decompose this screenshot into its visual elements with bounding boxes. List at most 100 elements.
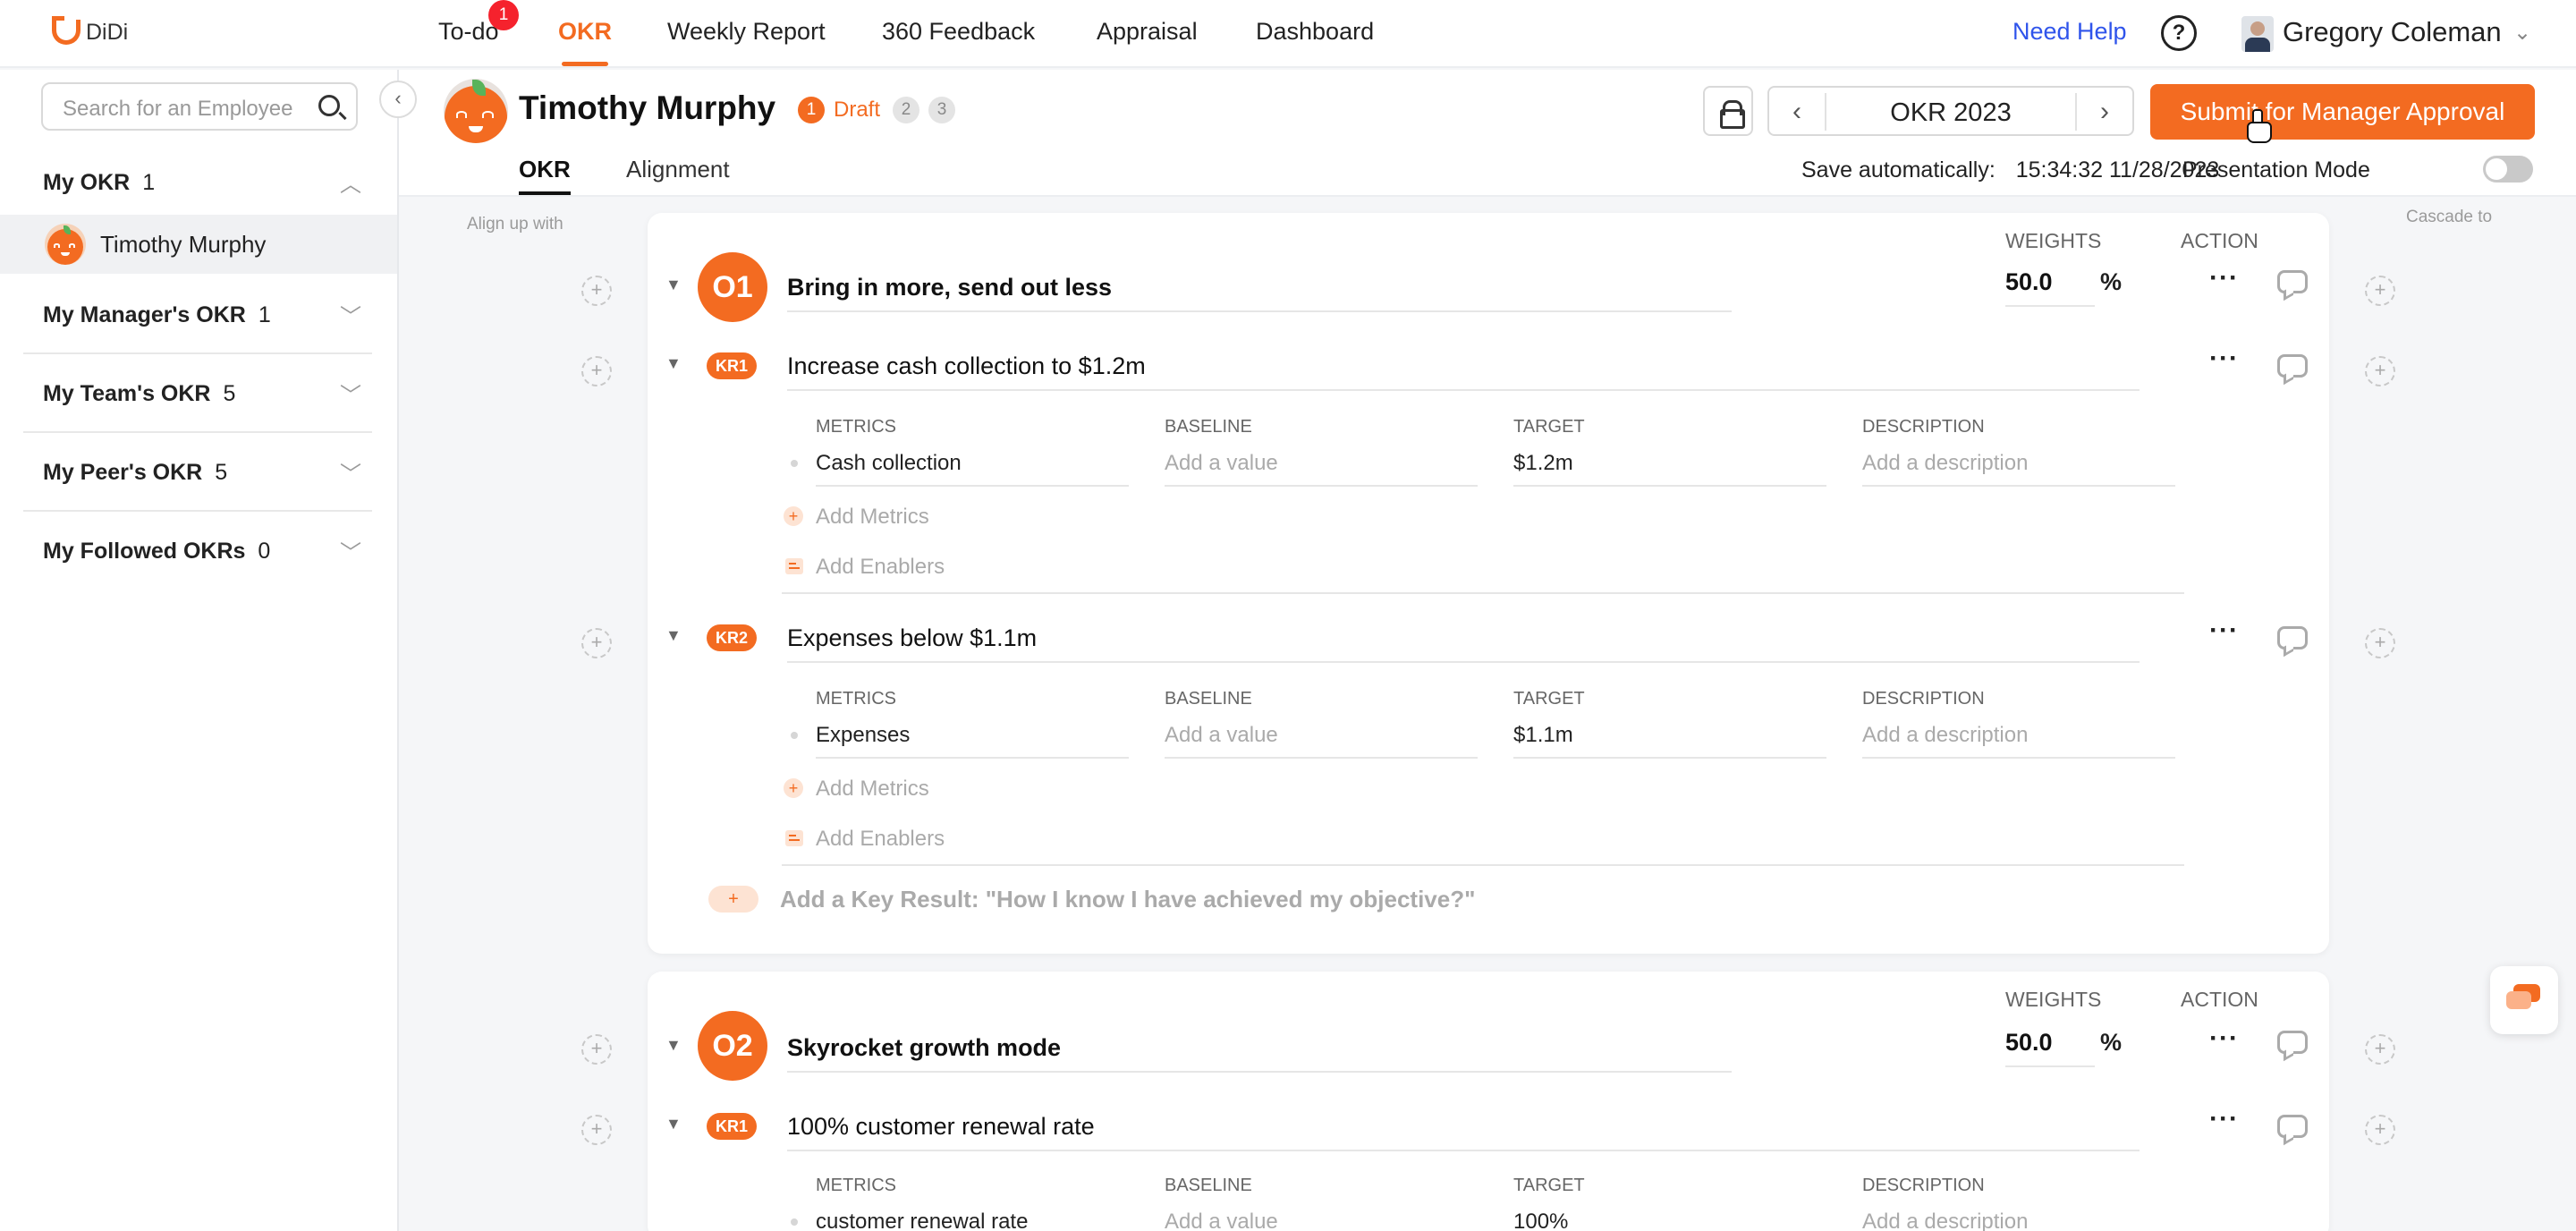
objective-card: WEIGHTS ACTION ▼ O1 Bring in more, send … xyxy=(648,213,2329,954)
collapse-caret-icon[interactable]: ▼ xyxy=(665,1115,682,1133)
add-metrics-button[interactable]: Add Metrics xyxy=(816,777,929,802)
lock-button[interactable] xyxy=(1703,86,1753,136)
align-add-button[interactable]: + xyxy=(581,276,612,306)
comment-icon[interactable] xyxy=(2277,1115,2308,1138)
sidebar-section-teams-okr[interactable]: My Team's OKR 5 ﹀ xyxy=(23,354,372,433)
nav-todo[interactable]: To-do xyxy=(438,18,499,68)
objective-badge: O2 xyxy=(698,1011,767,1081)
chevron-down-icon[interactable]: ﹀ xyxy=(340,535,361,566)
sidebar-section-managers-okr[interactable]: My Manager's OKR 1 ﹀ xyxy=(23,276,372,354)
metric-name[interactable]: customer renewal rate xyxy=(816,1210,1129,1231)
presentation-mode-toggle[interactable] xyxy=(2483,156,2533,183)
chevron-down-icon[interactable]: ﹀ xyxy=(340,456,361,488)
baseline-input[interactable]: Add a value xyxy=(1165,451,1478,487)
objective-title[interactable]: Skyrocket growth mode xyxy=(787,1034,1732,1073)
metric-bullet xyxy=(791,1218,798,1226)
align-add-button[interactable]: + xyxy=(581,356,612,386)
objective-title[interactable]: Bring in more, send out less xyxy=(787,274,1732,312)
chevron-up-icon[interactable]: ︿ xyxy=(340,166,361,198)
target-value[interactable]: $1.2m xyxy=(1513,451,1826,487)
more-actions-icon[interactable]: ··· xyxy=(2209,1023,2239,1054)
submit-approval-button[interactable]: Submit for Manager Approval xyxy=(2150,84,2535,140)
baseline-input[interactable]: Add a value xyxy=(1165,1210,1478,1231)
tab-okr[interactable]: OKR xyxy=(519,156,571,195)
weight-input[interactable]: 50.0 xyxy=(2005,268,2095,307)
chevron-left-icon[interactable]: ‹ xyxy=(1769,93,1826,131)
section-title: My OKR xyxy=(43,170,131,195)
metric-bullet xyxy=(791,732,798,739)
cascade-add-button[interactable]: + xyxy=(2365,356,2395,386)
search-icon[interactable] xyxy=(318,95,340,116)
description-input[interactable]: Add a description xyxy=(1862,451,2175,487)
sidebar-member-timothy-murphy[interactable]: Timothy Murphy xyxy=(0,215,397,274)
cascade-add-button[interactable]: + xyxy=(2365,628,2395,658)
nav-dashboard[interactable]: Dashboard xyxy=(1256,18,1374,68)
status-stepper: 1 Draft 2 3 xyxy=(798,97,956,123)
section-count: 5 xyxy=(215,460,228,485)
description-input[interactable]: Add a description xyxy=(1862,723,2175,759)
sidebar-section-followed-okrs[interactable]: My Followed OKRs 0 ﹀ xyxy=(23,512,372,590)
metric-name[interactable]: Cash collection xyxy=(816,451,1129,487)
didi-logo[interactable]: DiDi xyxy=(52,16,128,48)
kr-title[interactable]: 100% customer renewal rate xyxy=(787,1113,2140,1151)
sidebar-section-peers-okr[interactable]: My Peer's OKR 5 ﹀ xyxy=(23,433,372,512)
align-add-button[interactable]: + xyxy=(581,628,612,658)
need-help-link[interactable]: Need Help xyxy=(2012,18,2127,46)
description-input[interactable]: Add a description xyxy=(1862,1210,2175,1231)
collapse-caret-icon[interactable]: ▼ xyxy=(665,276,682,294)
collapse-sidebar-button[interactable]: ‹ xyxy=(379,81,417,118)
metrics-header: METRICS xyxy=(816,1176,896,1195)
sidebar-section-my-okr[interactable]: My OKR 1 ︿ xyxy=(23,143,372,215)
cascade-add-button[interactable]: + xyxy=(2365,1115,2395,1145)
user-name[interactable]: Gregory Coleman xyxy=(2283,16,2502,48)
chat-button[interactable] xyxy=(2490,966,2558,1034)
kr-title[interactable]: Expenses below $1.1m xyxy=(787,624,2140,663)
collapse-caret-icon[interactable]: ▼ xyxy=(665,1036,682,1055)
nav-okr[interactable]: OKR xyxy=(558,18,612,68)
chevron-down-icon[interactable]: ⌄ xyxy=(2513,20,2531,46)
comment-icon[interactable] xyxy=(2277,270,2308,293)
cascade-add-button[interactable]: + xyxy=(2365,1034,2395,1065)
tab-alignment[interactable]: Alignment xyxy=(626,156,730,195)
kr-title[interactable]: Increase cash collection to $1.2m xyxy=(787,352,2140,391)
align-add-button[interactable]: + xyxy=(581,1115,612,1145)
add-key-result-button[interactable]: Add a Key Result: "How I know I have ach… xyxy=(780,886,1475,913)
cascade-add-button[interactable]: + xyxy=(2365,276,2395,306)
more-actions-icon[interactable]: ··· xyxy=(2209,344,2239,374)
more-actions-icon[interactable]: ··· xyxy=(2209,1104,2239,1134)
nav-360-feedback[interactable]: 360 Feedback xyxy=(882,18,1035,68)
okr-header: Timothy Murphy 1 Draft 2 3 ‹ OKR 2023 › … xyxy=(399,70,2576,197)
chevron-down-icon[interactable]: ﹀ xyxy=(340,299,361,330)
more-actions-icon[interactable]: ··· xyxy=(2209,616,2239,646)
employee-search-input[interactable]: Search for an Employee xyxy=(41,82,358,131)
weight-input[interactable]: 50.0 xyxy=(2005,1029,2095,1067)
add-enablers-button[interactable]: Add Enablers xyxy=(816,555,945,580)
nav-appraisal[interactable]: Appraisal xyxy=(1097,18,1198,68)
baseline-input[interactable]: Add a value xyxy=(1165,723,1478,759)
add-kr-pill[interactable]: + xyxy=(708,886,758,913)
add-enablers-button[interactable]: Add Enablers xyxy=(816,827,945,852)
weights-header: WEIGHTS xyxy=(2005,229,2102,252)
chevron-right-icon[interactable]: › xyxy=(2075,93,2132,131)
collapse-caret-icon[interactable]: ▼ xyxy=(665,354,682,373)
target-value[interactable]: $1.1m xyxy=(1513,723,1826,759)
weight-percent: % xyxy=(2100,1029,2123,1056)
chevron-down-icon[interactable]: ﹀ xyxy=(340,378,361,409)
period-selector: ‹ OKR 2023 › xyxy=(1767,86,2134,136)
more-actions-icon[interactable]: ··· xyxy=(2209,263,2239,293)
comment-icon[interactable] xyxy=(2277,626,2308,649)
weight-percent: % xyxy=(2100,268,2123,295)
section-title: My Manager's OKR xyxy=(43,302,246,327)
period-label[interactable]: OKR 2023 xyxy=(1828,98,2073,128)
help-icon[interactable]: ? xyxy=(2161,15,2197,51)
section-title: My Peer's OKR xyxy=(43,460,203,485)
comment-icon[interactable] xyxy=(2277,354,2308,378)
align-add-button[interactable]: + xyxy=(581,1034,612,1065)
user-avatar[interactable] xyxy=(2241,16,2274,52)
target-value[interactable]: 100% xyxy=(1513,1210,1826,1231)
add-metrics-button[interactable]: Add Metrics xyxy=(816,505,929,530)
comment-icon[interactable] xyxy=(2277,1031,2308,1054)
metric-name[interactable]: Expenses xyxy=(816,723,1129,759)
collapse-caret-icon[interactable]: ▼ xyxy=(665,626,682,645)
nav-weekly-report[interactable]: Weekly Report xyxy=(667,18,826,68)
